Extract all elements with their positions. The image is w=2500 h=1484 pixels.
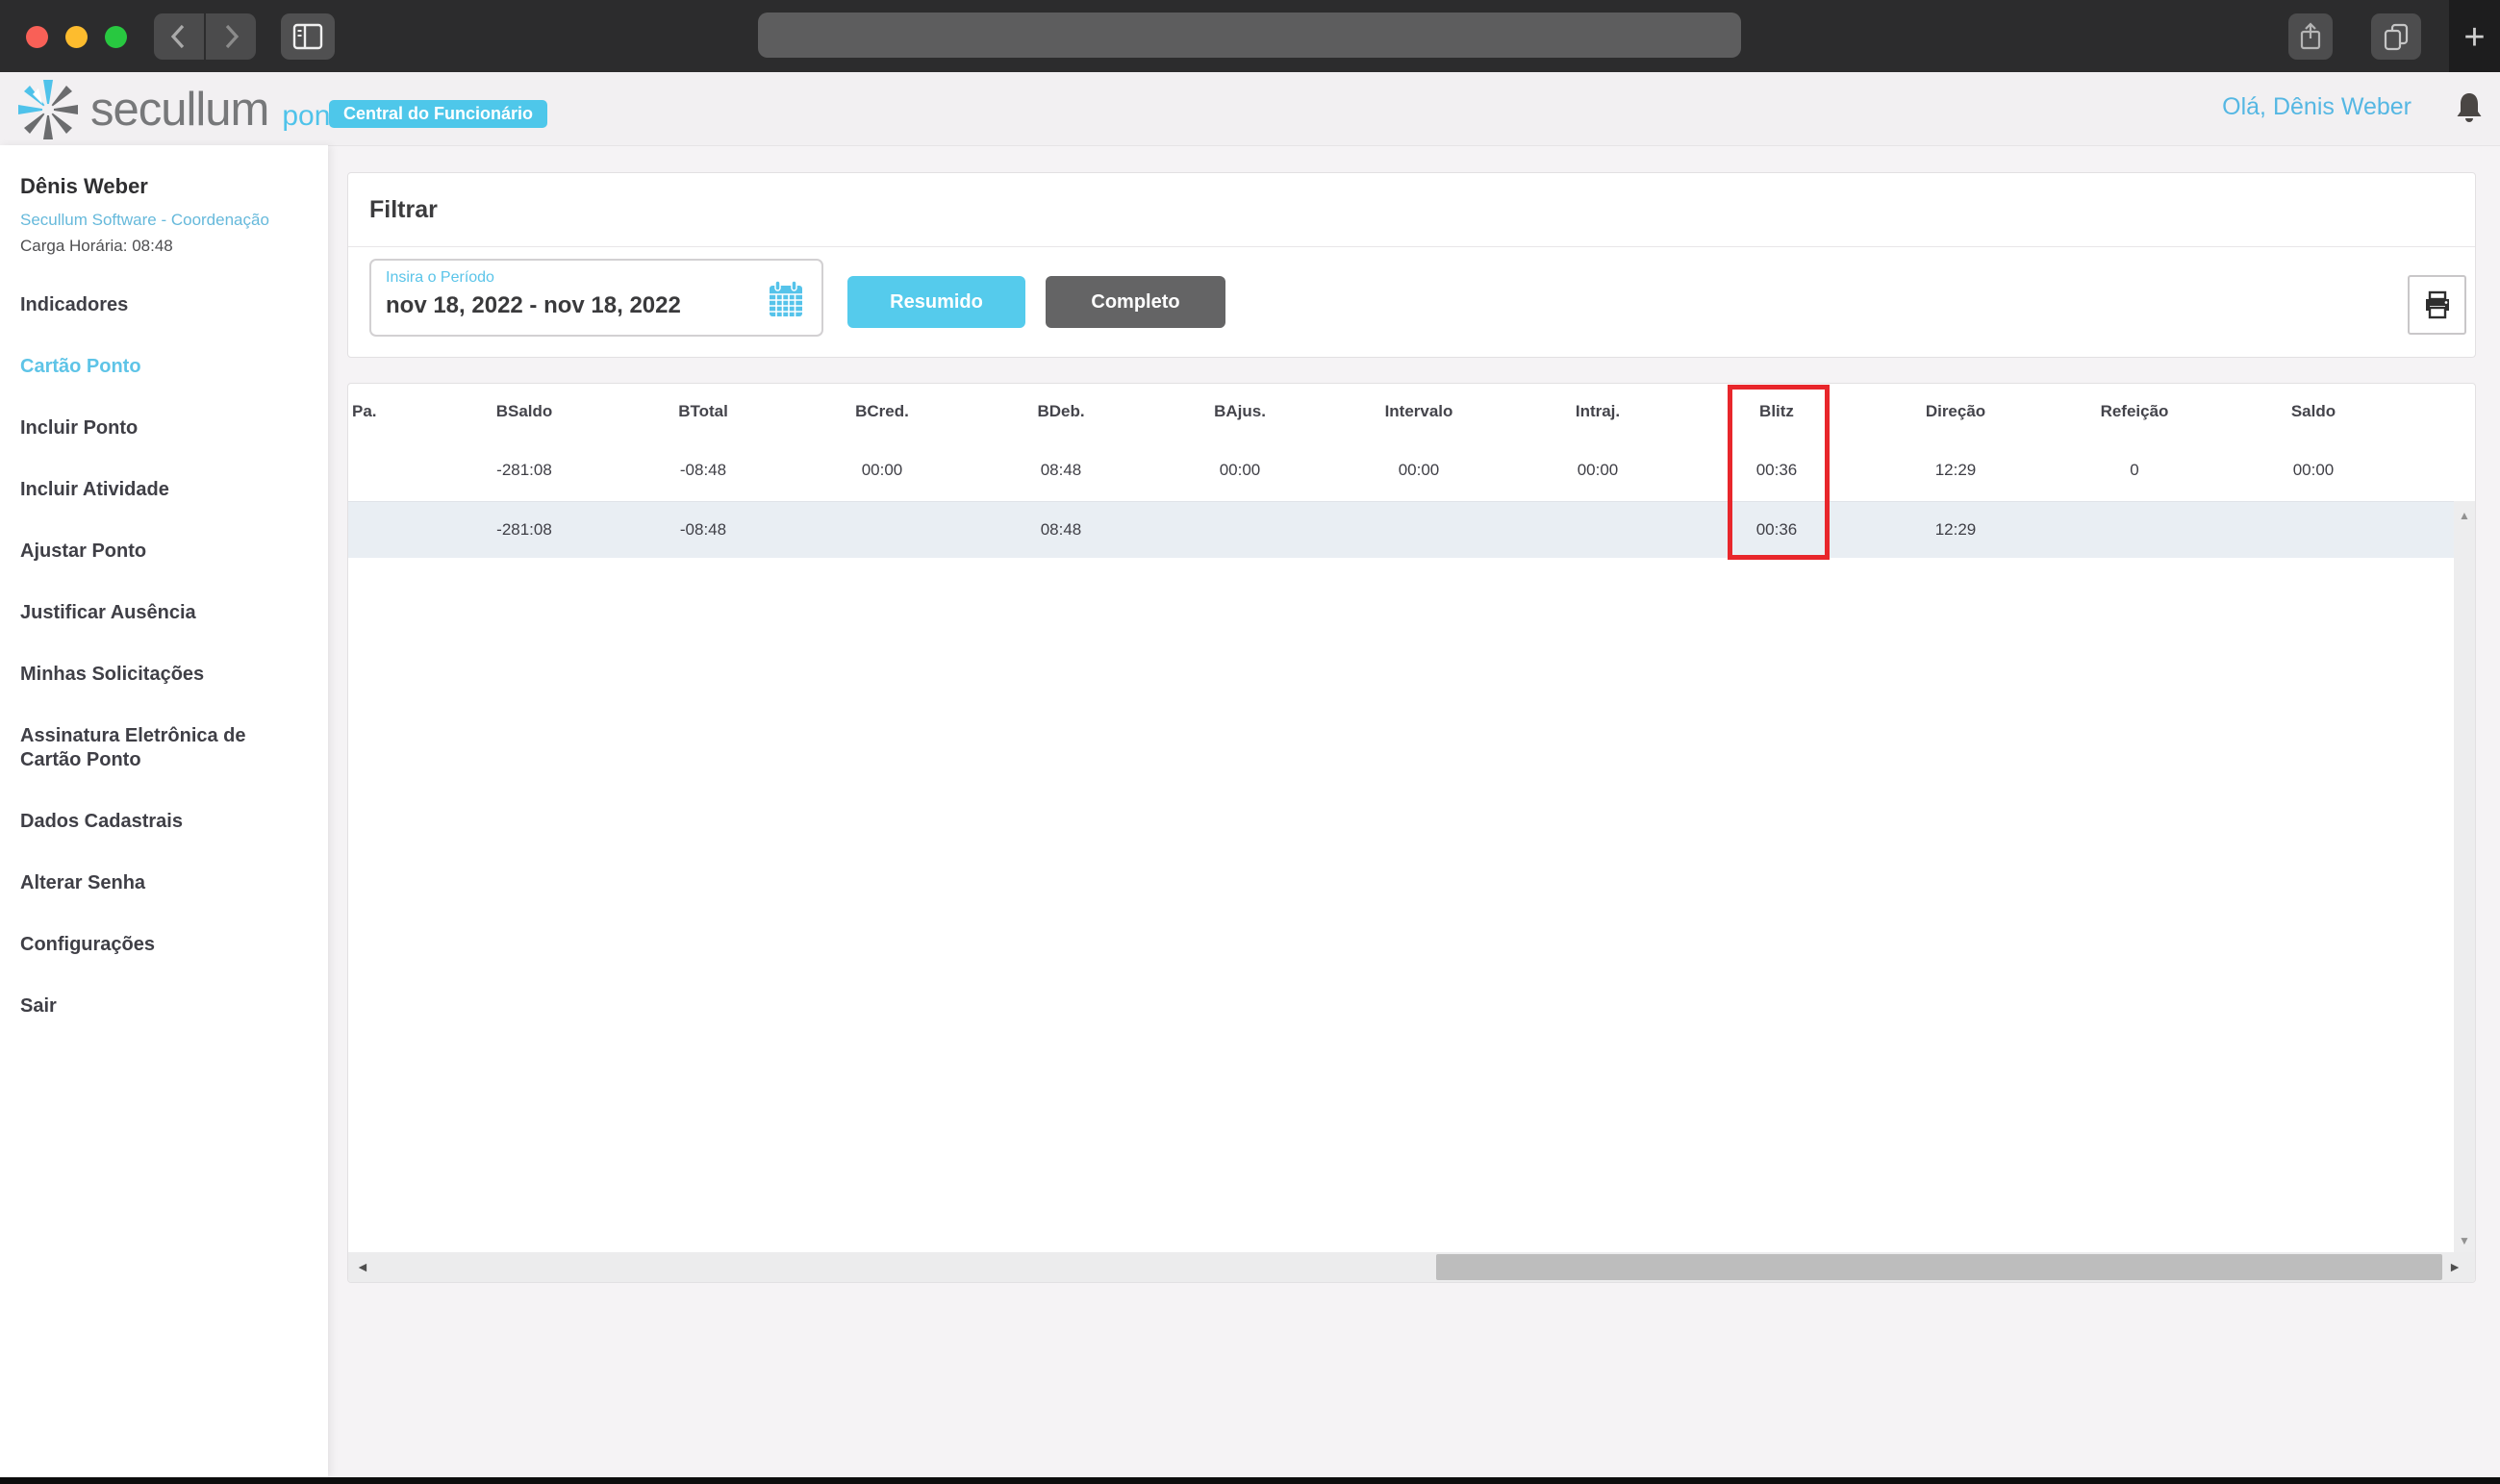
sidebar-item-ajustar-ponto[interactable]: Ajustar Ponto [20,540,282,564]
cell-blitz: 00:36 [1687,520,1866,540]
cell-bdeb: 08:48 [972,461,1150,480]
scroll-down-arrow-icon[interactable]: ▼ [2454,1234,2475,1247]
sidebar-item-indicadores[interactable]: Indicadores [20,293,282,317]
cell-bsaldo: -281:08 [435,461,614,480]
sidebar-item-sair[interactable]: Sair [20,994,282,1019]
sidebar-user-department: Secullum Software - Coordenação [20,211,328,230]
column-header-intraj[interactable]: Intraj. [1508,402,1687,421]
share-button[interactable] [2288,13,2333,60]
cell-bajus: 00:00 [1150,461,1329,480]
central-funcionario-badge: Central do Funcionário [329,100,547,128]
column-header-direcao[interactable]: Direção [1866,402,2045,421]
sidebar-item-assinatura-eletronica[interactable]: Assinatura Eletrônica de Cartão Ponto [20,724,282,772]
bell-icon [2455,91,2484,126]
cell-blitz: 00:36 [1687,461,1866,480]
secullum-snowflake-icon [13,75,83,144]
window-bottom-edge [0,1477,2500,1484]
cell-btotal: -08:48 [614,520,793,540]
sidebar-item-alterar-senha[interactable]: Alterar Senha [20,871,282,895]
plus-icon: + [2463,17,2485,59]
table-row[interactable]: -281:08 -08:48 00:00 08:48 00:00 00:00 0… [348,439,2475,501]
user-greeting[interactable]: Olá, Dênis Weber [2222,93,2412,121]
filter-controls: Insira o Período nov 18, 2022 - nov 18, … [348,247,2475,359]
cell-bsaldo: -281:08 [435,520,614,540]
completo-button[interactable]: Completo [1046,276,1225,328]
sidebar-panel-icon [292,23,323,50]
sidebar-item-minhas-solicitacoes[interactable]: Minhas Solicitações [20,663,282,687]
filter-title: Filtrar [348,173,2475,247]
cell-refeicao: 0 [2045,461,2224,480]
tab-overview-button[interactable] [2371,13,2421,60]
close-window-button[interactable] [26,26,48,48]
sidebar-toggle-button[interactable] [281,13,335,60]
minimize-window-button[interactable] [65,26,88,48]
cell-btotal: -08:48 [614,461,793,480]
new-tab-button[interactable]: + [2449,0,2500,75]
chevron-left-icon [166,22,191,51]
printer-icon [2422,289,2453,320]
scroll-left-arrow-icon[interactable]: ◄ [356,1259,369,1274]
browser-titlebar: + [0,0,2500,73]
sidebar-item-configuracoes[interactable]: Configurações [20,933,282,957]
horizontal-scrollbar[interactable]: ◄ ► [348,1252,2476,1282]
column-header-pa[interactable]: Pa. [348,402,435,421]
app-header: secullum ponto Central do Funcionário Ol… [0,72,2500,146]
period-input-label: Insira o Período [386,269,494,287]
sidebar-user-workload: Carga Horária: 08:48 [20,237,328,256]
column-header-bcred[interactable]: BCred. [793,402,972,421]
cell-intervalo: 00:00 [1329,461,1508,480]
scroll-right-arrow-icon[interactable]: ► [2448,1259,2462,1274]
column-header-bsaldo[interactable]: BSaldo [435,402,614,421]
secullum-logo[interactable]: secullum ponto [13,75,354,144]
cell-intraj: 00:00 [1508,461,1687,480]
zoom-window-button[interactable] [105,26,127,48]
share-icon [2298,21,2323,52]
cell-direcao: 12:29 [1866,520,2045,540]
cell-saldo: 00:00 [2224,461,2403,480]
chevron-right-icon [218,22,243,51]
logo-wordmark: secullum [90,83,268,137]
sidebar-item-cartao-ponto[interactable]: Cartão Ponto [20,355,282,379]
tabs-icon [2382,21,2411,52]
sidebar: Dênis Weber Secullum Software - Coordena… [0,145,328,1477]
column-header-btotal[interactable]: BTotal [614,402,793,421]
column-header-bdeb[interactable]: BDeb. [972,402,1150,421]
address-bar[interactable] [758,13,1741,58]
cell-bcred: 00:00 [793,461,972,480]
cell-direcao: 12:29 [1866,461,2045,480]
filter-panel: Filtrar Insira o Período nov 18, 2022 - … [347,172,2476,358]
sidebar-user-name: Dênis Weber [20,174,328,199]
period-input-value: nov 18, 2022 - nov 18, 2022 [386,292,681,319]
horizontal-scrollbar-thumb[interactable] [1436,1254,2442,1280]
sidebar-item-dados-cadastrais[interactable]: Dados Cadastrais [20,810,282,834]
print-button[interactable] [2408,275,2466,335]
browser-back-button[interactable] [154,13,204,60]
sidebar-item-incluir-ponto[interactable]: Incluir Ponto [20,416,282,440]
notifications-button[interactable] [2455,91,2484,131]
resumido-button[interactable]: Resumido [847,276,1025,328]
scroll-up-arrow-icon[interactable]: ▲ [2454,509,2475,522]
column-header-bajus[interactable]: BAjus. [1150,402,1329,421]
screenshot-root: + secullum ponto Centr [0,0,2500,1484]
column-header-saldo[interactable]: Saldo [2224,402,2403,421]
period-range-input[interactable]: Insira o Período nov 18, 2022 - nov 18, … [369,259,823,337]
table-header-row: Pa. BSaldo BTotal BCred. BDeb. BAjus. In… [348,384,2475,439]
table-row[interactable]: -281:08 -08:48 08:48 00:36 12:29 [348,501,2475,558]
sidebar-menu: Indicadores Cartão Ponto Incluir Ponto I… [20,293,328,1019]
column-header-blitz[interactable]: Blitz [1687,402,1866,421]
timecard-table: Pa. BSaldo BTotal BCred. BDeb. BAjus. In… [347,383,2476,1283]
vertical-scrollbar[interactable]: ▲ ▼ [2454,501,2475,1255]
cell-bdeb: 08:48 [972,520,1150,540]
sidebar-item-incluir-atividade[interactable]: Incluir Atividade [20,478,282,502]
column-header-intervalo[interactable]: Intervalo [1329,402,1508,421]
browser-forward-button[interactable] [206,13,256,60]
calendar-icon[interactable] [768,280,804,323]
column-header-refeicao[interactable]: Refeição [2045,402,2224,421]
sidebar-item-justificar-ausencia[interactable]: Justificar Ausência [20,601,282,625]
